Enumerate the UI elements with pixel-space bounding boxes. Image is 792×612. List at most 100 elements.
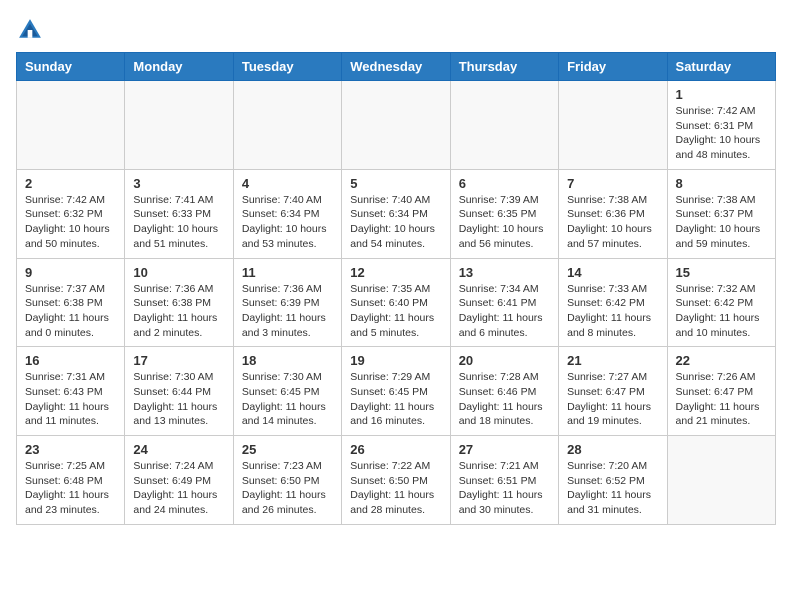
calendar-day-cell: 22 Sunrise: 7:26 AM Sunset: 6:47 PM Dayli… — [667, 347, 775, 436]
day-number: 3 — [133, 176, 224, 191]
calendar-day-cell: 28 Sunrise: 7:20 AM Sunset: 6:52 PM Dayli… — [559, 436, 667, 525]
day-number: 27 — [459, 442, 550, 457]
day-info: Sunrise: 7:30 AM Sunset: 6:44 PM Dayligh… — [133, 370, 224, 429]
calendar-day-cell: 8 Sunrise: 7:38 AM Sunset: 6:37 PM Daylig… — [667, 169, 775, 258]
day-number: 18 — [242, 353, 333, 368]
day-info: Sunrise: 7:39 AM Sunset: 6:35 PM Dayligh… — [459, 193, 550, 252]
day-info: Sunrise: 7:28 AM Sunset: 6:46 PM Dayligh… — [459, 370, 550, 429]
day-info: Sunrise: 7:40 AM Sunset: 6:34 PM Dayligh… — [350, 193, 441, 252]
calendar-day-cell: 7 Sunrise: 7:38 AM Sunset: 6:36 PM Daylig… — [559, 169, 667, 258]
day-info: Sunrise: 7:40 AM Sunset: 6:34 PM Dayligh… — [242, 193, 333, 252]
day-number: 1 — [676, 87, 767, 102]
weekday-header: Sunday — [17, 53, 125, 81]
day-number: 23 — [25, 442, 116, 457]
calendar-day-cell — [342, 81, 450, 170]
calendar-day-cell: 1 Sunrise: 7:42 AM Sunset: 6:31 PM Daylig… — [667, 81, 775, 170]
day-number: 6 — [459, 176, 550, 191]
day-info: Sunrise: 7:38 AM Sunset: 6:37 PM Dayligh… — [676, 193, 767, 252]
logo-icon — [16, 16, 44, 44]
calendar-week-row: 1 Sunrise: 7:42 AM Sunset: 6:31 PM Daylig… — [17, 81, 776, 170]
day-number: 11 — [242, 265, 333, 280]
day-info: Sunrise: 7:24 AM Sunset: 6:49 PM Dayligh… — [133, 459, 224, 518]
calendar-day-cell: 12Sunrise: 7:35 AM Sunset: 6:40 PM Dayli… — [342, 258, 450, 347]
calendar-day-cell: 15 Sunrise: 7:32 AM Sunset: 6:42 PM Dayli… — [667, 258, 775, 347]
day-number: 22 — [676, 353, 767, 368]
calendar-day-cell — [559, 81, 667, 170]
calendar-day-cell: 10 Sunrise: 7:36 AM Sunset: 6:38 PM Dayli… — [125, 258, 233, 347]
day-number: 15 — [676, 265, 767, 280]
calendar-header-row: SundayMondayTuesdayWednesdayThursdayFrid… — [17, 53, 776, 81]
day-number: 2 — [25, 176, 116, 191]
page-header — [16, 16, 776, 44]
calendar-day-cell — [450, 81, 558, 170]
calendar-day-cell: 26Sunrise: 7:22 AM Sunset: 6:50 PM Dayli… — [342, 436, 450, 525]
day-number: 25 — [242, 442, 333, 457]
day-info: Sunrise: 7:26 AM Sunset: 6:47 PM Dayligh… — [676, 370, 767, 429]
day-number: 7 — [567, 176, 658, 191]
day-number: 12 — [350, 265, 441, 280]
calendar-day-cell: 25 Sunrise: 7:23 AM Sunset: 6:50 PM Dayli… — [233, 436, 341, 525]
day-info: Sunrise: 7:36 AM Sunset: 6:38 PM Dayligh… — [133, 282, 224, 341]
calendar-day-cell: 13 Sunrise: 7:34 AM Sunset: 6:41 PM Dayli… — [450, 258, 558, 347]
day-number: 14 — [567, 265, 658, 280]
calendar-week-row: 9Sunrise: 7:37 AM Sunset: 6:38 PM Daylig… — [17, 258, 776, 347]
calendar-day-cell: 21 Sunrise: 7:27 AM Sunset: 6:47 PM Dayli… — [559, 347, 667, 436]
calendar-day-cell: 4 Sunrise: 7:40 AM Sunset: 6:34 PM Daylig… — [233, 169, 341, 258]
day-info: Sunrise: 7:38 AM Sunset: 6:36 PM Dayligh… — [567, 193, 658, 252]
calendar-week-row: 16Sunrise: 7:31 AM Sunset: 6:43 PM Dayli… — [17, 347, 776, 436]
calendar-table: SundayMondayTuesdayWednesdayThursdayFrid… — [16, 52, 776, 525]
calendar-day-cell: 19Sunrise: 7:29 AM Sunset: 6:45 PM Dayli… — [342, 347, 450, 436]
day-info: Sunrise: 7:25 AM Sunset: 6:48 PM Dayligh… — [25, 459, 116, 518]
day-number: 21 — [567, 353, 658, 368]
weekday-header: Monday — [125, 53, 233, 81]
calendar-day-cell — [125, 81, 233, 170]
calendar-day-cell: 16Sunrise: 7:31 AM Sunset: 6:43 PM Dayli… — [17, 347, 125, 436]
day-info: Sunrise: 7:42 AM Sunset: 6:31 PM Dayligh… — [676, 104, 767, 163]
day-info: Sunrise: 7:22 AM Sunset: 6:50 PM Dayligh… — [350, 459, 441, 518]
calendar-day-cell: 20 Sunrise: 7:28 AM Sunset: 6:46 PM Dayli… — [450, 347, 558, 436]
weekday-header: Tuesday — [233, 53, 341, 81]
calendar-week-row: 23 Sunrise: 7:25 AM Sunset: 6:48 PM Dayli… — [17, 436, 776, 525]
day-info: Sunrise: 7:41 AM Sunset: 6:33 PM Dayligh… — [133, 193, 224, 252]
calendar-day-cell — [233, 81, 341, 170]
day-number: 13 — [459, 265, 550, 280]
day-info: Sunrise: 7:23 AM Sunset: 6:50 PM Dayligh… — [242, 459, 333, 518]
calendar-week-row: 2Sunrise: 7:42 AM Sunset: 6:32 PM Daylig… — [17, 169, 776, 258]
calendar-day-cell: 9Sunrise: 7:37 AM Sunset: 6:38 PM Daylig… — [17, 258, 125, 347]
calendar-day-cell — [17, 81, 125, 170]
day-info: Sunrise: 7:34 AM Sunset: 6:41 PM Dayligh… — [459, 282, 550, 341]
weekday-header: Saturday — [667, 53, 775, 81]
day-info: Sunrise: 7:36 AM Sunset: 6:39 PM Dayligh… — [242, 282, 333, 341]
calendar-day-cell: 23 Sunrise: 7:25 AM Sunset: 6:48 PM Dayli… — [17, 436, 125, 525]
weekday-header: Wednesday — [342, 53, 450, 81]
calendar-day-cell: 11 Sunrise: 7:36 AM Sunset: 6:39 PM Dayli… — [233, 258, 341, 347]
day-number: 5 — [350, 176, 441, 191]
day-info: Sunrise: 7:27 AM Sunset: 6:47 PM Dayligh… — [567, 370, 658, 429]
calendar-day-cell: 6 Sunrise: 7:39 AM Sunset: 6:35 PM Daylig… — [450, 169, 558, 258]
day-info: Sunrise: 7:32 AM Sunset: 6:42 PM Dayligh… — [676, 282, 767, 341]
day-number: 16 — [25, 353, 116, 368]
day-info: Sunrise: 7:30 AM Sunset: 6:45 PM Dayligh… — [242, 370, 333, 429]
calendar-day-cell: 17 Sunrise: 7:30 AM Sunset: 6:44 PM Dayli… — [125, 347, 233, 436]
day-number: 10 — [133, 265, 224, 280]
calendar-day-cell: 18 Sunrise: 7:30 AM Sunset: 6:45 PM Dayli… — [233, 347, 341, 436]
day-number: 8 — [676, 176, 767, 191]
day-number: 4 — [242, 176, 333, 191]
calendar-day-cell: 24Sunrise: 7:24 AM Sunset: 6:49 PM Dayli… — [125, 436, 233, 525]
day-info: Sunrise: 7:33 AM Sunset: 6:42 PM Dayligh… — [567, 282, 658, 341]
calendar-day-cell: 3 Sunrise: 7:41 AM Sunset: 6:33 PM Daylig… — [125, 169, 233, 258]
calendar-day-cell: 5 Sunrise: 7:40 AM Sunset: 6:34 PM Daylig… — [342, 169, 450, 258]
day-number: 9 — [25, 265, 116, 280]
logo — [16, 16, 48, 44]
calendar-day-cell: 14 Sunrise: 7:33 AM Sunset: 6:42 PM Dayli… — [559, 258, 667, 347]
calendar-day-cell: 27 Sunrise: 7:21 AM Sunset: 6:51 PM Dayli… — [450, 436, 558, 525]
day-number: 28 — [567, 442, 658, 457]
day-number: 17 — [133, 353, 224, 368]
day-info: Sunrise: 7:20 AM Sunset: 6:52 PM Dayligh… — [567, 459, 658, 518]
day-info: Sunrise: 7:21 AM Sunset: 6:51 PM Dayligh… — [459, 459, 550, 518]
day-number: 20 — [459, 353, 550, 368]
weekday-header: Friday — [559, 53, 667, 81]
day-info: Sunrise: 7:29 AM Sunset: 6:45 PM Dayligh… — [350, 370, 441, 429]
calendar-day-cell — [667, 436, 775, 525]
weekday-header: Thursday — [450, 53, 558, 81]
